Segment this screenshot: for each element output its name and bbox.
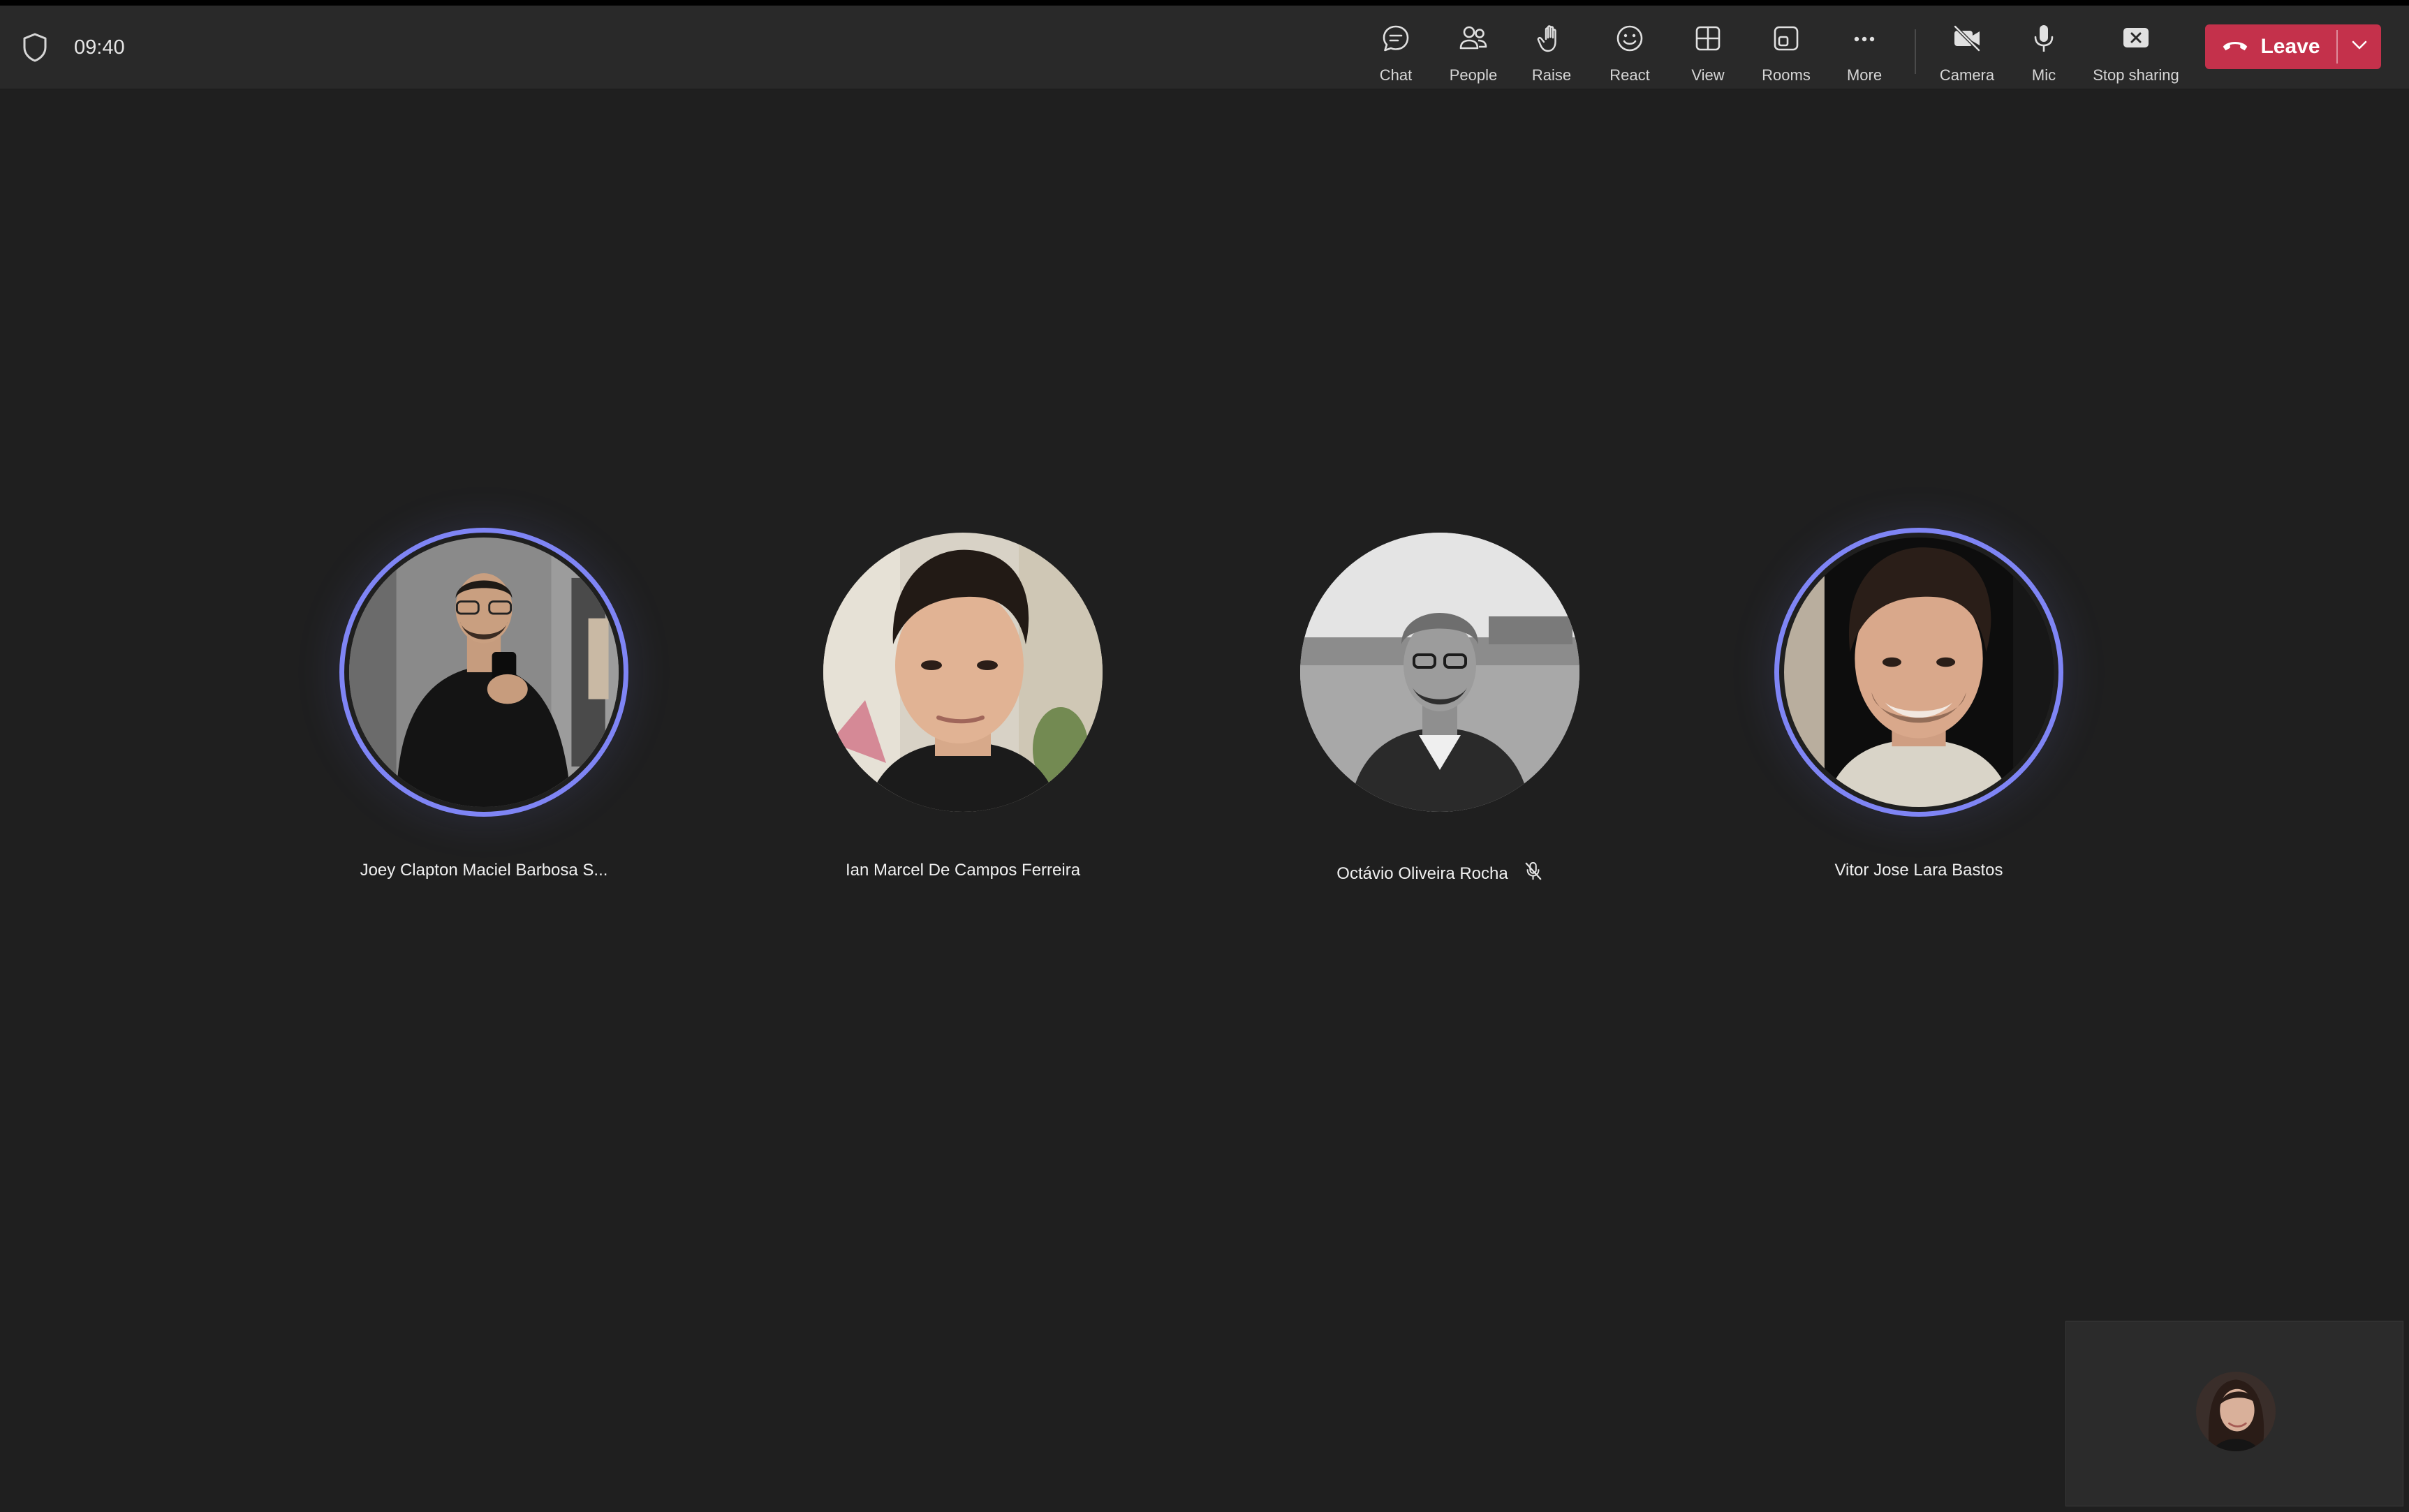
more-label: More bbox=[1846, 66, 1883, 84]
participant-tile[interactable]: Joey Clapton Maciel Barbosa S... bbox=[309, 533, 658, 924]
speaking-indicator-ring bbox=[1779, 533, 2058, 812]
avatar-frame bbox=[823, 533, 1103, 812]
participant-name: Octávio Oliveira Rocha bbox=[1336, 864, 1508, 883]
participant-tile[interactable]: Ian Marcel De Campos Ferreira bbox=[788, 533, 1137, 924]
mic-icon bbox=[2028, 20, 2060, 58]
participant-avatar bbox=[1784, 538, 2054, 807]
rooms-button[interactable]: Rooms bbox=[1741, 20, 1832, 84]
camera-off-icon bbox=[1951, 20, 1983, 58]
participant-name: Vitor Jose Lara Bastos bbox=[1834, 861, 2003, 880]
react-label: React bbox=[1609, 66, 1650, 84]
participant-avatar bbox=[823, 533, 1103, 812]
leave-main-button[interactable]: Leave bbox=[2205, 24, 2336, 69]
leave-options-dropdown[interactable] bbox=[2338, 24, 2381, 69]
view-grid-icon bbox=[1692, 20, 1724, 58]
raise-hand-icon bbox=[1535, 20, 1568, 58]
chevron-down-icon bbox=[2350, 40, 2369, 54]
speaking-indicator-ring bbox=[344, 533, 624, 812]
more-button[interactable]: More bbox=[1819, 20, 1910, 84]
participant-tile[interactable]: Vitor Jose Lara Bastos bbox=[1744, 533, 2093, 924]
stop-sharing-label: Stop sharing bbox=[2093, 66, 2179, 84]
window-top-edge bbox=[0, 0, 2409, 6]
mic-muted-icon bbox=[1524, 861, 1543, 887]
toolbar-divider bbox=[1915, 29, 1916, 74]
leave-button[interactable]: Leave bbox=[2205, 24, 2381, 69]
meeting-toolbar: 09:40 Chat People Raise React View Rooms… bbox=[0, 6, 2409, 89]
participant-avatar bbox=[349, 538, 619, 807]
shield-icon[interactable] bbox=[21, 32, 49, 63]
view-label: View bbox=[1691, 66, 1725, 84]
self-avatar bbox=[2196, 1372, 2276, 1451]
react-emoji-icon bbox=[1614, 20, 1646, 58]
participant-name: Joey Clapton Maciel Barbosa S... bbox=[360, 861, 608, 880]
self-view-tile[interactable] bbox=[2065, 1321, 2403, 1506]
avatar-frame bbox=[1300, 533, 1579, 812]
leave-label: Leave bbox=[2260, 35, 2320, 58]
stop-sharing-button[interactable]: Stop sharing bbox=[2091, 20, 2181, 84]
view-button[interactable]: View bbox=[1663, 20, 1753, 84]
raise-label: Raise bbox=[1531, 66, 1572, 84]
camera-label: Camera bbox=[1939, 66, 1995, 84]
meeting-timer: 09:40 bbox=[74, 36, 125, 59]
rooms-icon bbox=[1770, 20, 1802, 58]
react-button[interactable]: React bbox=[1584, 20, 1675, 84]
rooms-label: Rooms bbox=[1762, 66, 1811, 84]
stop-sharing-icon bbox=[2120, 20, 2152, 58]
people-button[interactable]: People bbox=[1428, 20, 1519, 84]
chat-label: Chat bbox=[1379, 66, 1413, 84]
chat-icon bbox=[1380, 20, 1412, 58]
people-icon bbox=[1457, 20, 1489, 58]
people-label: People bbox=[1449, 66, 1498, 84]
mic-button[interactable]: Mic bbox=[1998, 20, 2089, 84]
participant-avatar bbox=[1300, 533, 1579, 812]
more-ellipsis-icon bbox=[1848, 20, 1880, 58]
mic-label: Mic bbox=[2031, 66, 2056, 84]
raise-hand-button[interactable]: Raise bbox=[1506, 20, 1597, 84]
participant-name: Ian Marcel De Campos Ferreira bbox=[845, 861, 1081, 880]
participant-tile[interactable]: Octávio Oliveira Rocha bbox=[1265, 533, 1614, 924]
hang-up-icon bbox=[2221, 38, 2249, 57]
